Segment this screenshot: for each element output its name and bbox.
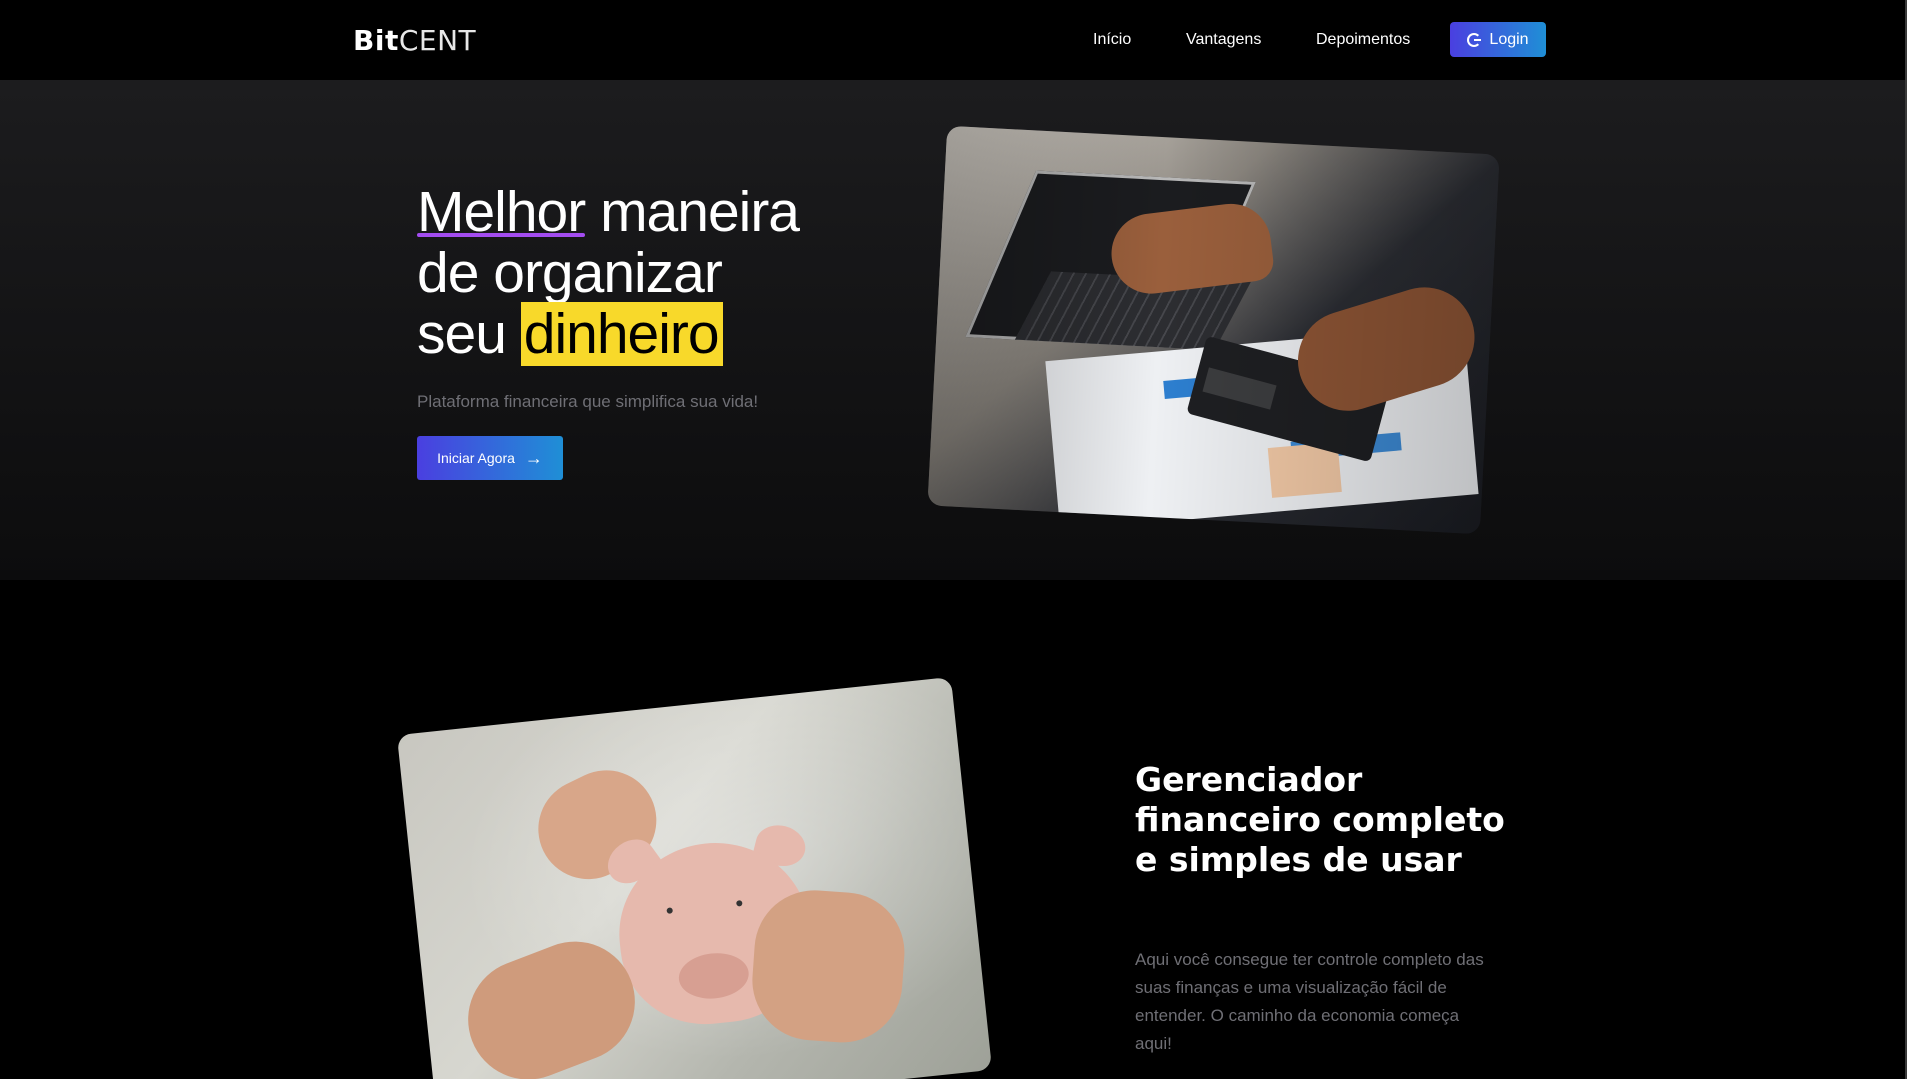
headline-underlined-word: Melhor (417, 180, 586, 244)
arrow-right-icon: → (524, 448, 543, 468)
hero-subtitle: Plataforma financeira que simplifica sua… (417, 392, 759, 411)
headline-text-2: de organizar (417, 241, 723, 305)
navbar: BitCENT Início Vantagens Depoimentos Log… (0, 0, 1905, 80)
nav-link-inicio[interactable]: Início (1093, 31, 1131, 49)
login-button[interactable]: Login (1450, 22, 1546, 57)
brand-logo-bold: Bit (353, 24, 399, 57)
finance-work-photo (927, 125, 1500, 535)
section-description: Aqui você consegue ter controle completo… (1135, 950, 1484, 1053)
brand-logo[interactable]: BitCENT (353, 24, 476, 57)
section-title: Gerenciador financeiro completo e simple… (1135, 760, 1505, 879)
nav-link-depoimentos[interactable]: Depoimentos (1316, 31, 1410, 49)
nav-link-vantagens[interactable]: Vantagens (1186, 31, 1261, 49)
headline-text-1: maneira (585, 180, 800, 244)
brand-logo-light: CENT (398, 24, 477, 57)
headline-highlighted-word: dinheiro (520, 302, 723, 366)
start-now-button[interactable]: Iniciar Agora → (417, 436, 563, 480)
piggy-bank-photo (396, 676, 993, 1079)
headline-text-3: seu (417, 302, 521, 366)
start-now-label: Iniciar Agora (437, 450, 515, 466)
hero-headline: Melhor maneira de organizar seu dinheiro (417, 180, 857, 366)
google-icon (1467, 32, 1482, 47)
login-label: Login (1489, 30, 1529, 48)
